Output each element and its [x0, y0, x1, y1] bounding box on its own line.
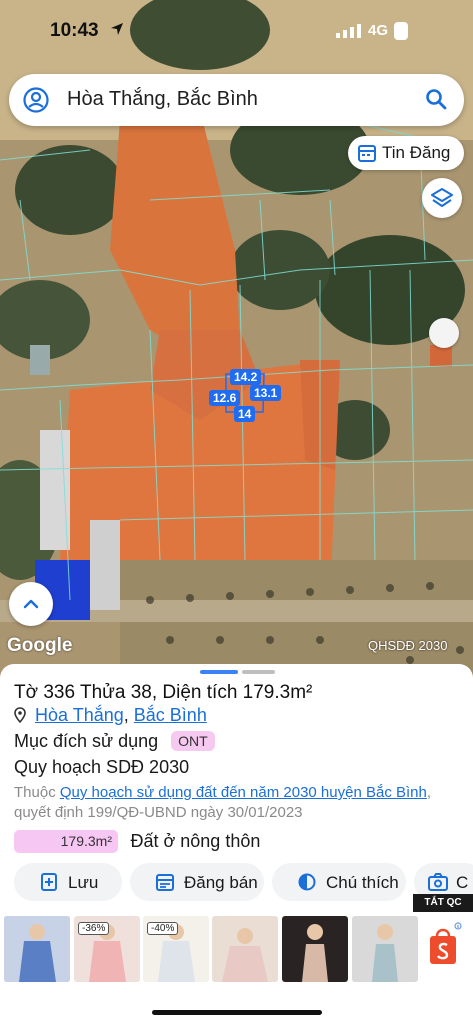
location-pin-icon	[14, 707, 26, 723]
discount-badge: -40%	[147, 922, 179, 935]
parcel-info-sheet[interactable]: Tờ 336 Thửa 38, Diện tích 179.3m² Hòa Th…	[0, 664, 473, 1024]
calendar-list-icon	[156, 874, 174, 891]
action-chips[interactable]: Lưu Đăng bán Chú thích C	[14, 863, 473, 903]
shopee-logo-icon[interactable]	[424, 920, 464, 980]
area-value-bar: 179.3m²	[14, 830, 118, 853]
address-separator: ,	[123, 705, 129, 725]
legend-label: Chú thích	[326, 873, 399, 892]
news-listing-label: Tin Đăng	[382, 143, 451, 162]
ad-product-image	[212, 916, 278, 982]
map-scroll-handle[interactable]	[429, 318, 459, 348]
layers-icon	[431, 188, 453, 207]
status-bar: 10:43 4G	[0, 0, 473, 62]
planning-description: Thuộc Quy hoạch sử dụng đất đến năm 2030…	[14, 783, 454, 823]
home-indicator[interactable]	[152, 1010, 322, 1015]
signal-icon	[336, 24, 361, 38]
parcel-title: Tờ 336 Thửa 38, Diện tích 179.3m²	[14, 682, 313, 703]
ad-product-5[interactable]	[282, 916, 348, 982]
camera-plus-icon	[428, 873, 448, 891]
planning-layer-badge: QHSDĐ 2030	[368, 638, 448, 653]
ad-product-3[interactable]: -40%	[143, 916, 209, 982]
layers-button[interactable]	[422, 178, 462, 218]
sheet-page-indicator[interactable]	[242, 670, 275, 674]
expand-sheet-button[interactable]	[9, 582, 53, 626]
search-icon[interactable]	[425, 88, 447, 110]
sheet-page-indicator-active[interactable]	[200, 670, 238, 674]
dimension-label-top: 14.2	[230, 369, 262, 385]
ad-product-1[interactable]	[4, 916, 70, 982]
ad-product-2[interactable]: -36%	[74, 916, 140, 982]
chevron-up-icon	[23, 599, 39, 609]
planning-document-link[interactable]: Quy hoạch sử dụng đất đến năm 2030 huyện…	[60, 784, 427, 801]
ad-product-6[interactable]	[352, 916, 418, 982]
calendar-icon	[358, 145, 376, 162]
commune-link[interactable]: Hòa Thắng	[35, 705, 124, 725]
contrast-icon	[298, 873, 316, 891]
planning-heading: Quy hoạch SDĐ 2030	[14, 757, 190, 777]
battery-icon	[394, 22, 408, 40]
account-icon[interactable]	[23, 87, 49, 113]
purpose-label: Mục đích sử dụng	[14, 731, 159, 751]
bookmark-plus-icon	[41, 873, 57, 891]
clock: 10:43	[50, 20, 99, 41]
close-ads-button[interactable]: TẮT QC	[413, 894, 473, 912]
dimension-label-left: 12.6	[209, 390, 241, 406]
photo-label: C	[456, 873, 469, 892]
dimension-label-bottom: 14	[234, 406, 256, 422]
satellite-map[interactable]: 14.2 13.1 12.6 14 10:43 4G Hòa Thắng, Bắ…	[0, 0, 473, 680]
discount-badge: -36%	[78, 922, 110, 935]
location-arrow-icon	[111, 23, 123, 35]
ad-product-image	[4, 916, 70, 982]
news-listing-button[interactable]: Tin Đăng	[348, 136, 464, 170]
network-type: 4G	[368, 22, 389, 39]
dimension-label-right: 13.1	[250, 385, 282, 401]
planning-prefix: Thuộc	[14, 784, 56, 801]
land-use-purpose: Mục đích sử dụng ONT	[14, 731, 215, 752]
area-breakdown-row: 179.3m² Đất ở nông thôn	[14, 830, 260, 854]
save-label: Lưu	[68, 873, 99, 892]
search-bar[interactable]: Hòa Thắng, Bắc Bình	[9, 74, 464, 126]
legend-button[interactable]: Chú thích	[272, 863, 406, 901]
save-button[interactable]: Lưu	[14, 863, 122, 901]
ad-product-4[interactable]	[212, 916, 278, 982]
purpose-code-badge: ONT	[171, 731, 215, 751]
ad-product-image	[352, 916, 418, 982]
ad-product-image	[282, 916, 348, 982]
search-query[interactable]: Hòa Thắng, Bắc Bình	[67, 88, 258, 111]
google-logo: Google	[7, 635, 73, 656]
ad-banner[interactable]: -36% -40%	[0, 914, 473, 986]
post-sale-button[interactable]: Đăng bán	[130, 863, 264, 901]
post-sale-label: Đăng bán	[184, 873, 258, 892]
area-land-type: Đất ở nông thôn	[130, 831, 261, 851]
parcel-address: Hòa Thắng, Bắc Bình	[14, 705, 207, 726]
district-link[interactable]: Bắc Bình	[134, 705, 207, 725]
